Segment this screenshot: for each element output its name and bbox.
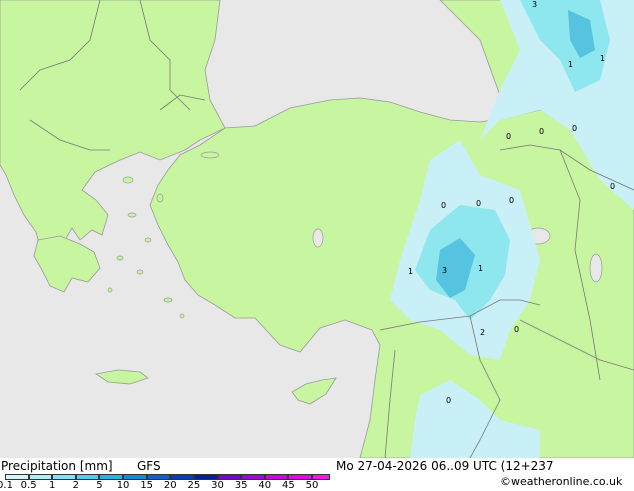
- colorbar-tick-label: 15: [140, 480, 154, 491]
- precip-label: 0: [506, 132, 511, 141]
- colorbar-tick-label: 40: [258, 480, 272, 491]
- colorbar-tick-label: 50: [305, 480, 319, 491]
- valid-time: Mo 27-04-2026 06..09 UTC (12+237: [336, 459, 554, 473]
- colorbar-tick-label: 45: [282, 480, 295, 491]
- lake-tuz: [312, 228, 324, 248]
- colorbar-tick-label: 5: [96, 480, 103, 491]
- weather-map: 3 1 1 0 0 0 0 0 0 0 1 3 1 2 0 0: [0, 0, 634, 458]
- colorbar-tick-label: 10: [116, 480, 130, 491]
- product-title: Precipitation [mm]: [1, 459, 113, 473]
- precip-label: 1: [568, 60, 573, 69]
- precip-label: 0: [514, 325, 519, 334]
- colorbar-tick-label: 35: [234, 480, 248, 491]
- colorbar-tick-label: 0.5: [20, 480, 37, 491]
- precip-label: 3: [532, 0, 537, 9]
- precip-label: 3: [442, 266, 447, 275]
- colorbar-tick-label: 20: [163, 480, 177, 491]
- legend-bar: Precipitation [mm] GFS Mo 27-04-2026 06.…: [0, 458, 634, 491]
- precip-label: 1: [478, 264, 483, 273]
- credit-text: ©weatheronline.co.uk: [500, 475, 623, 488]
- precip-label: 1: [600, 54, 605, 63]
- colorbar-tick-label: 0.1: [0, 480, 13, 491]
- precip-label: 0: [509, 196, 514, 205]
- precip-label: 0: [446, 396, 451, 405]
- colorbar-tick-label: 1: [49, 480, 56, 491]
- precip-label: 0: [572, 124, 577, 133]
- colorbar-tick-label: 2: [72, 480, 80, 491]
- precip-label: 1: [408, 267, 413, 276]
- precip-label: 2: [480, 328, 485, 337]
- lake-urmia: [589, 253, 603, 283]
- precip-label: 0: [610, 182, 615, 191]
- precip-label: 0: [476, 199, 481, 208]
- precip-label: 0: [441, 201, 446, 210]
- model-name: GFS: [137, 459, 161, 473]
- precip-label: 0: [539, 127, 544, 136]
- colorbar-tick-label: 25: [187, 480, 201, 491]
- colorbar-tick-label: 30: [211, 480, 224, 491]
